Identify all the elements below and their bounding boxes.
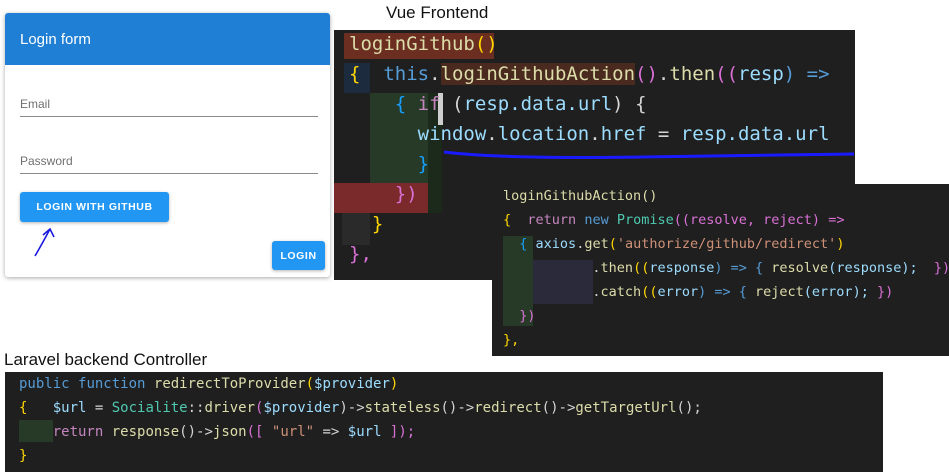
code-line: { this.loginGithubAction().then((resp) =… [349, 63, 830, 85]
code-line: }) [394, 183, 418, 205]
code-line: } [371, 213, 384, 235]
code-line: { axios.get('authorize/github/redirect') [519, 236, 845, 252]
laravel-code-panel: public function redirectToProvider($prov… [5, 372, 883, 472]
login-form-header: Login form [5, 13, 330, 65]
code-line: { $url = Socialite::driver($provider)->s… [19, 400, 702, 416]
code-line: { if (resp.data.url) { [394, 93, 647, 115]
login-with-github-button[interactable]: LOGIN WITH GITHUB [20, 192, 169, 222]
code-line: .then((response) => { resolve(response);… [592, 260, 949, 276]
code-line: } [19, 448, 28, 464]
hand-drawn-underline [443, 150, 855, 159]
code-line: loginGithubAction() [503, 188, 658, 204]
login-button[interactable]: LOGIN [272, 241, 325, 270]
code-line: window.location.href = resp.data.url [417, 123, 830, 145]
code-line: return response()->json([ "url" => $url … [52, 424, 416, 440]
laravel-controller-caption: Laravel backend Controller [4, 350, 208, 369]
code-line: } [417, 153, 430, 175]
email-field[interactable] [20, 116, 318, 117]
code-line: .catch((error) => { reject(error); }) [592, 284, 894, 300]
code-line: }, [349, 243, 372, 265]
code-line: { return new Promise((resolve, reject) =… [503, 212, 845, 228]
login-form-title: Login form [20, 31, 91, 48]
code-line: public function redirectToProvider($prov… [19, 376, 399, 392]
code-line: }) [519, 308, 536, 324]
email-field-label: Email [20, 97, 51, 111]
code-line: }, [503, 332, 520, 348]
password-field[interactable] [20, 173, 318, 174]
code-line: loginGithub() [349, 33, 498, 55]
login-form-card: Login form Email Password LOGIN WITH GIT… [5, 13, 330, 277]
hand-drawn-arrow-icon [34, 227, 55, 257]
password-field-label: Password [20, 154, 73, 168]
axios-code-panel: loginGithubAction() { return new Promise… [492, 184, 949, 356]
vue-frontend-caption: Vue Frontend [386, 3, 489, 22]
